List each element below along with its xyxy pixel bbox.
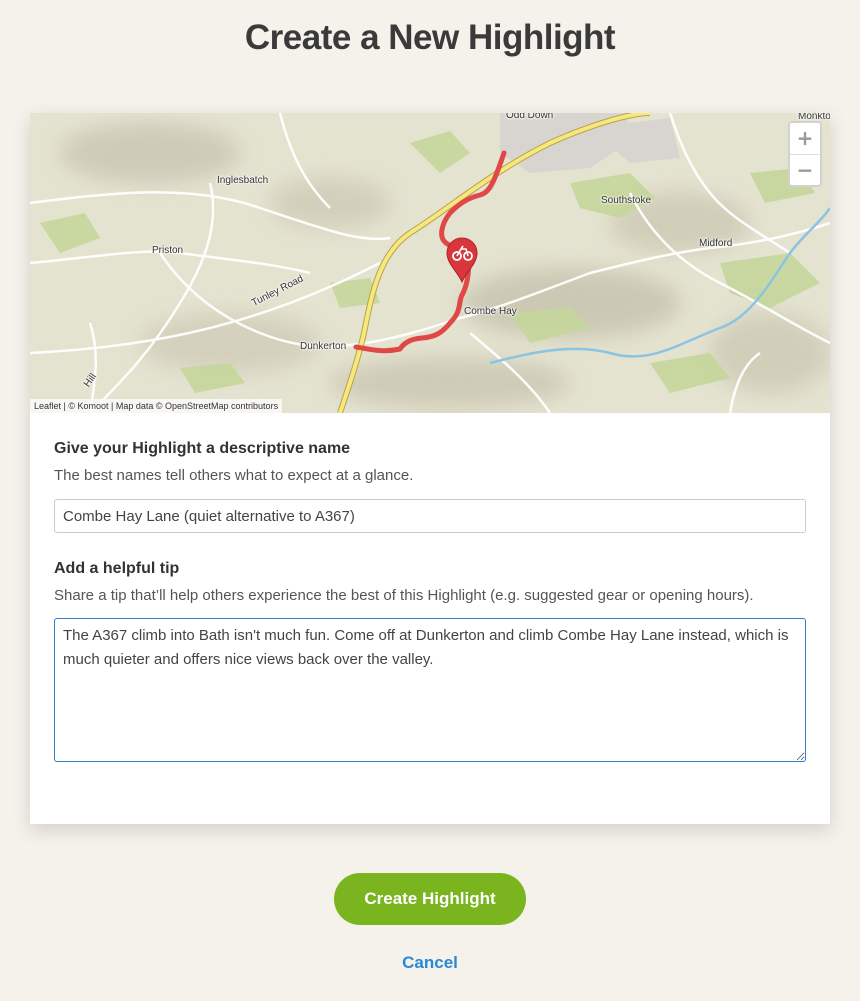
map-label-southstoke: Southstoke (601, 195, 652, 206)
cancel-link[interactable]: Cancel (0, 953, 860, 973)
map-label-dunkerton: Dunkerton (300, 341, 347, 352)
map[interactable]: Odd Down Inglesbatch Southstoke Priston … (30, 113, 830, 413)
tip-label: Add a helpful tip (54, 560, 180, 577)
map-label-inglesbatch: Inglesbatch (217, 175, 269, 186)
map-label-midford: Midford (699, 238, 733, 249)
highlight-form-card: Odd Down Inglesbatch Southstoke Priston … (30, 113, 830, 824)
map-label-combe-hay: Combe Hay (464, 306, 517, 317)
zoom-in-button[interactable]: + (790, 123, 820, 154)
zoom-out-button[interactable]: − (790, 154, 820, 185)
zoom-control: + − (788, 121, 822, 187)
tip-textarea[interactable]: The A367 climb into Bath isn't much fun.… (54, 618, 806, 762)
highlight-form: Give your Highlight a descriptive name T… (54, 413, 806, 762)
map-label-priston: Priston (152, 245, 184, 256)
map-tiles (30, 113, 830, 413)
map-label-odd-down: Odd Down (506, 113, 554, 121)
highlight-name-input[interactable] (54, 499, 806, 533)
create-highlight-button[interactable]: Create Highlight (334, 873, 526, 925)
name-help-text: The best names tell others what to expec… (54, 467, 414, 484)
tip-help-text: Share a tip that’ll help others experien… (54, 587, 754, 604)
page-title: Create a New Highlight (244, 18, 616, 57)
map-attribution: Leaflet | © Komoot | Map data © OpenStre… (30, 399, 283, 413)
name-label: Give your Highlight a descriptive name (54, 440, 351, 457)
